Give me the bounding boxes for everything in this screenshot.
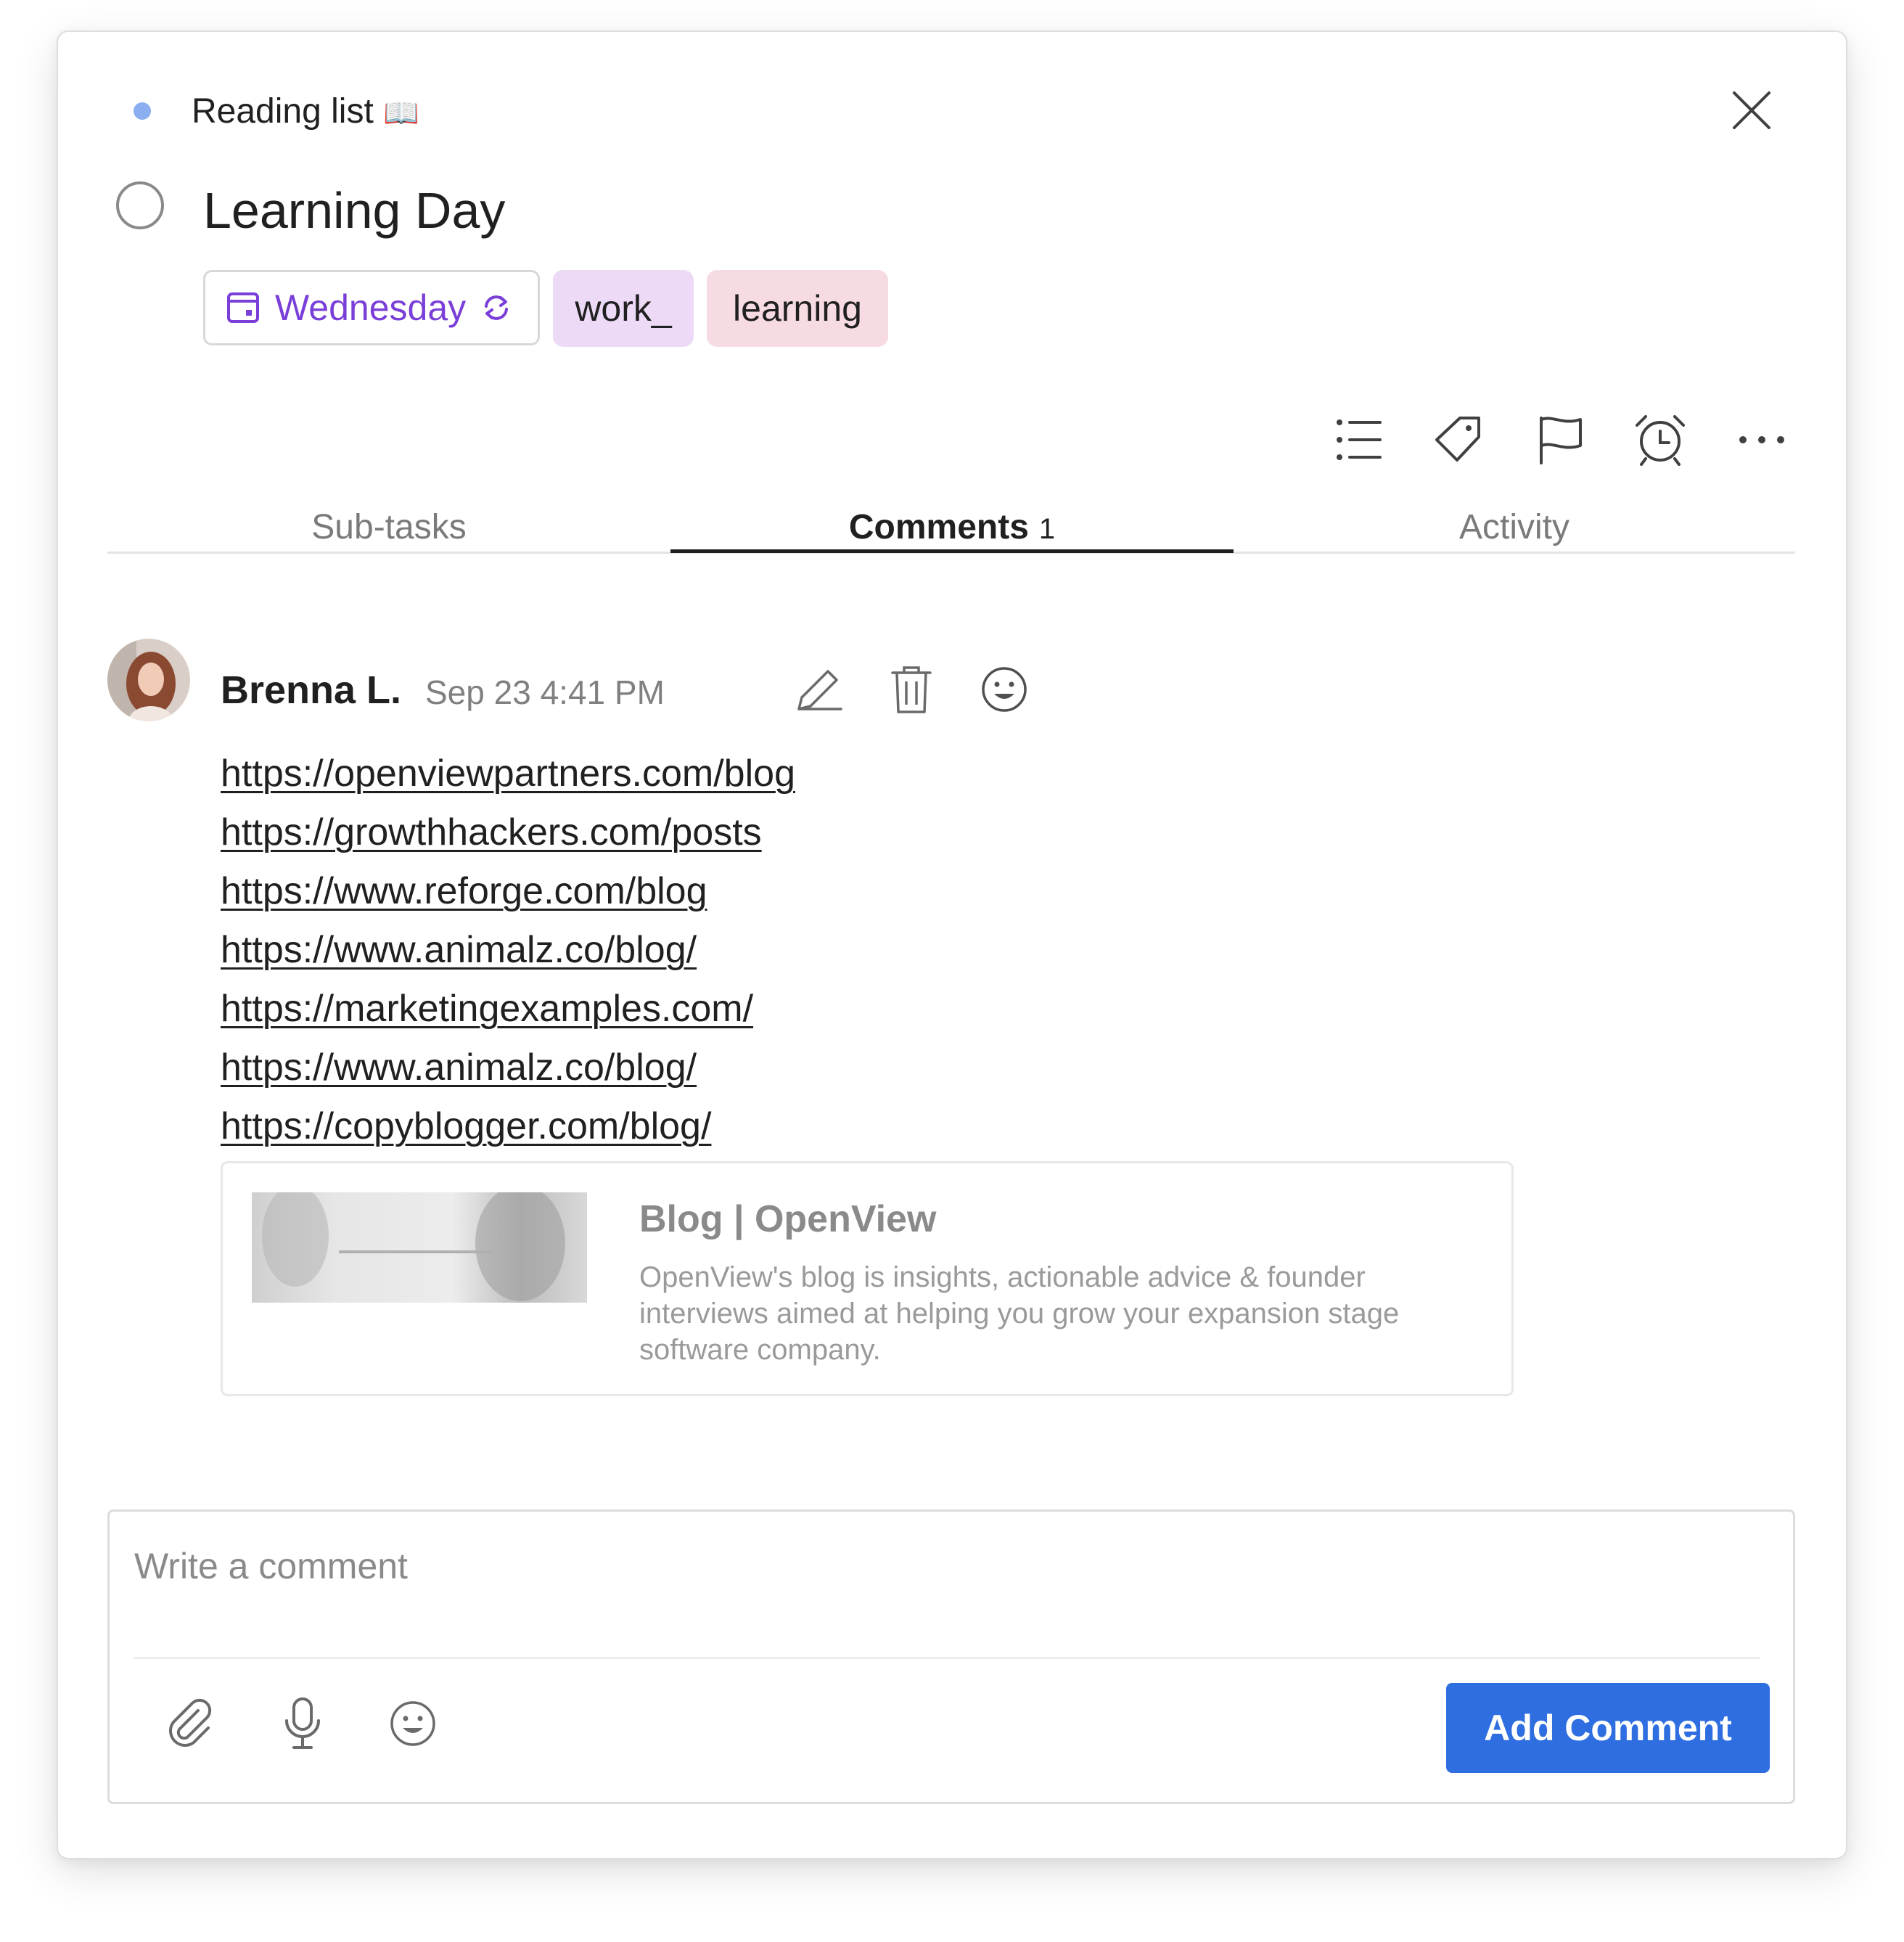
task-detail-modal: Reading list 📖 Learning Day Wednesday wo…: [57, 30, 1847, 1859]
composer-divider: [134, 1657, 1760, 1659]
microphone-icon: [285, 1697, 320, 1749]
link-preview-thumbnail: [252, 1192, 587, 1303]
link-preview-description: OpenView's blog is insights, actionable …: [639, 1261, 1400, 1366]
add-reaction-button[interactable]: [977, 662, 1032, 717]
tab-comments-label: Comments: [848, 508, 1029, 546]
link-preview-card[interactable]: Blog | OpenView OpenView's blog is insig…: [221, 1161, 1514, 1396]
recurring-icon: [485, 295, 509, 320]
comment-author[interactable]: Brenna L.: [221, 666, 401, 714]
comment-link[interactable]: https://www.animalz.co/blog/: [221, 1038, 795, 1097]
insert-emoji-button[interactable]: [382, 1693, 443, 1754]
pencil-icon: [797, 670, 842, 710]
comment-link[interactable]: https://marketingexamples.com/: [221, 980, 795, 1038]
tab-subtasks[interactable]: Sub-tasks: [107, 504, 670, 552]
project-breadcrumb[interactable]: Reading list 📖: [192, 90, 419, 135]
project-name: Reading list: [192, 92, 374, 131]
tab-comments-count: 1: [1038, 513, 1056, 545]
more-actions-button[interactable]: [1733, 411, 1791, 469]
calendar-icon: [227, 292, 259, 323]
emoji-icon: [390, 1701, 435, 1746]
voice-note-button[interactable]: [272, 1693, 333, 1754]
comment-link[interactable]: https://copyblogger.com/blog/: [221, 1097, 795, 1156]
label-chip-work[interactable]: work_: [553, 270, 694, 347]
close-button[interactable]: [1728, 87, 1775, 134]
comment-link[interactable]: https://openviewpartners.com/blog: [221, 745, 795, 803]
task-title[interactable]: Learning Day: [203, 180, 505, 241]
flag-icon: [1540, 417, 1582, 464]
active-tab-indicator: [670, 549, 1234, 553]
paperclip-icon: [169, 1698, 212, 1747]
comment-composer: Add Comment: [107, 1509, 1795, 1804]
close-icon: [1733, 91, 1770, 129]
emoji-icon: [982, 667, 1027, 712]
due-date-label: Wednesday: [275, 287, 467, 328]
attach-file-button[interactable]: [160, 1693, 221, 1754]
more-icon: [1739, 436, 1784, 443]
link-preview-title: Blog | OpenView: [639, 1198, 937, 1240]
subtasks-button[interactable]: [1329, 411, 1387, 469]
add-comment-button[interactable]: Add Comment: [1446, 1683, 1770, 1773]
trash-icon: [891, 666, 932, 713]
comment-input[interactable]: [134, 1526, 1760, 1606]
subtasks-list-icon: [1337, 419, 1382, 460]
tab-comments[interactable]: Comments 1: [670, 504, 1234, 552]
comment-link[interactable]: https://www.animalz.co/blog/: [221, 921, 795, 980]
comment-timestamp: Sep 23 4:41 PM: [425, 673, 665, 711]
due-date-chip[interactable]: Wednesday: [203, 270, 540, 345]
tag-icon: [1435, 417, 1480, 462]
tab-subtasks-label: Sub-tasks: [311, 508, 467, 546]
tab-activity[interactable]: Activity: [1234, 504, 1795, 552]
delete-comment-button[interactable]: [884, 662, 939, 717]
reminder-button[interactable]: [1631, 411, 1689, 469]
book-icon: 📖: [383, 97, 419, 129]
avatar[interactable]: [107, 639, 190, 721]
comment-link[interactable]: https://growthhackers.com/posts: [221, 803, 795, 862]
task-complete-checkbox[interactable]: [116, 181, 164, 229]
comment-link[interactable]: https://www.reforge.com/blog: [221, 862, 795, 921]
tab-activity-label: Activity: [1458, 508, 1569, 546]
project-color-dot: [134, 102, 151, 120]
comment-body: https://openviewpartners.com/blog https:…: [221, 745, 795, 1156]
edit-comment-button[interactable]: [791, 662, 846, 717]
alarm-clock-icon: [1636, 415, 1685, 466]
label-chip-learning[interactable]: learning: [707, 270, 888, 347]
labels-button[interactable]: [1429, 411, 1488, 469]
priority-button[interactable]: [1531, 411, 1589, 469]
